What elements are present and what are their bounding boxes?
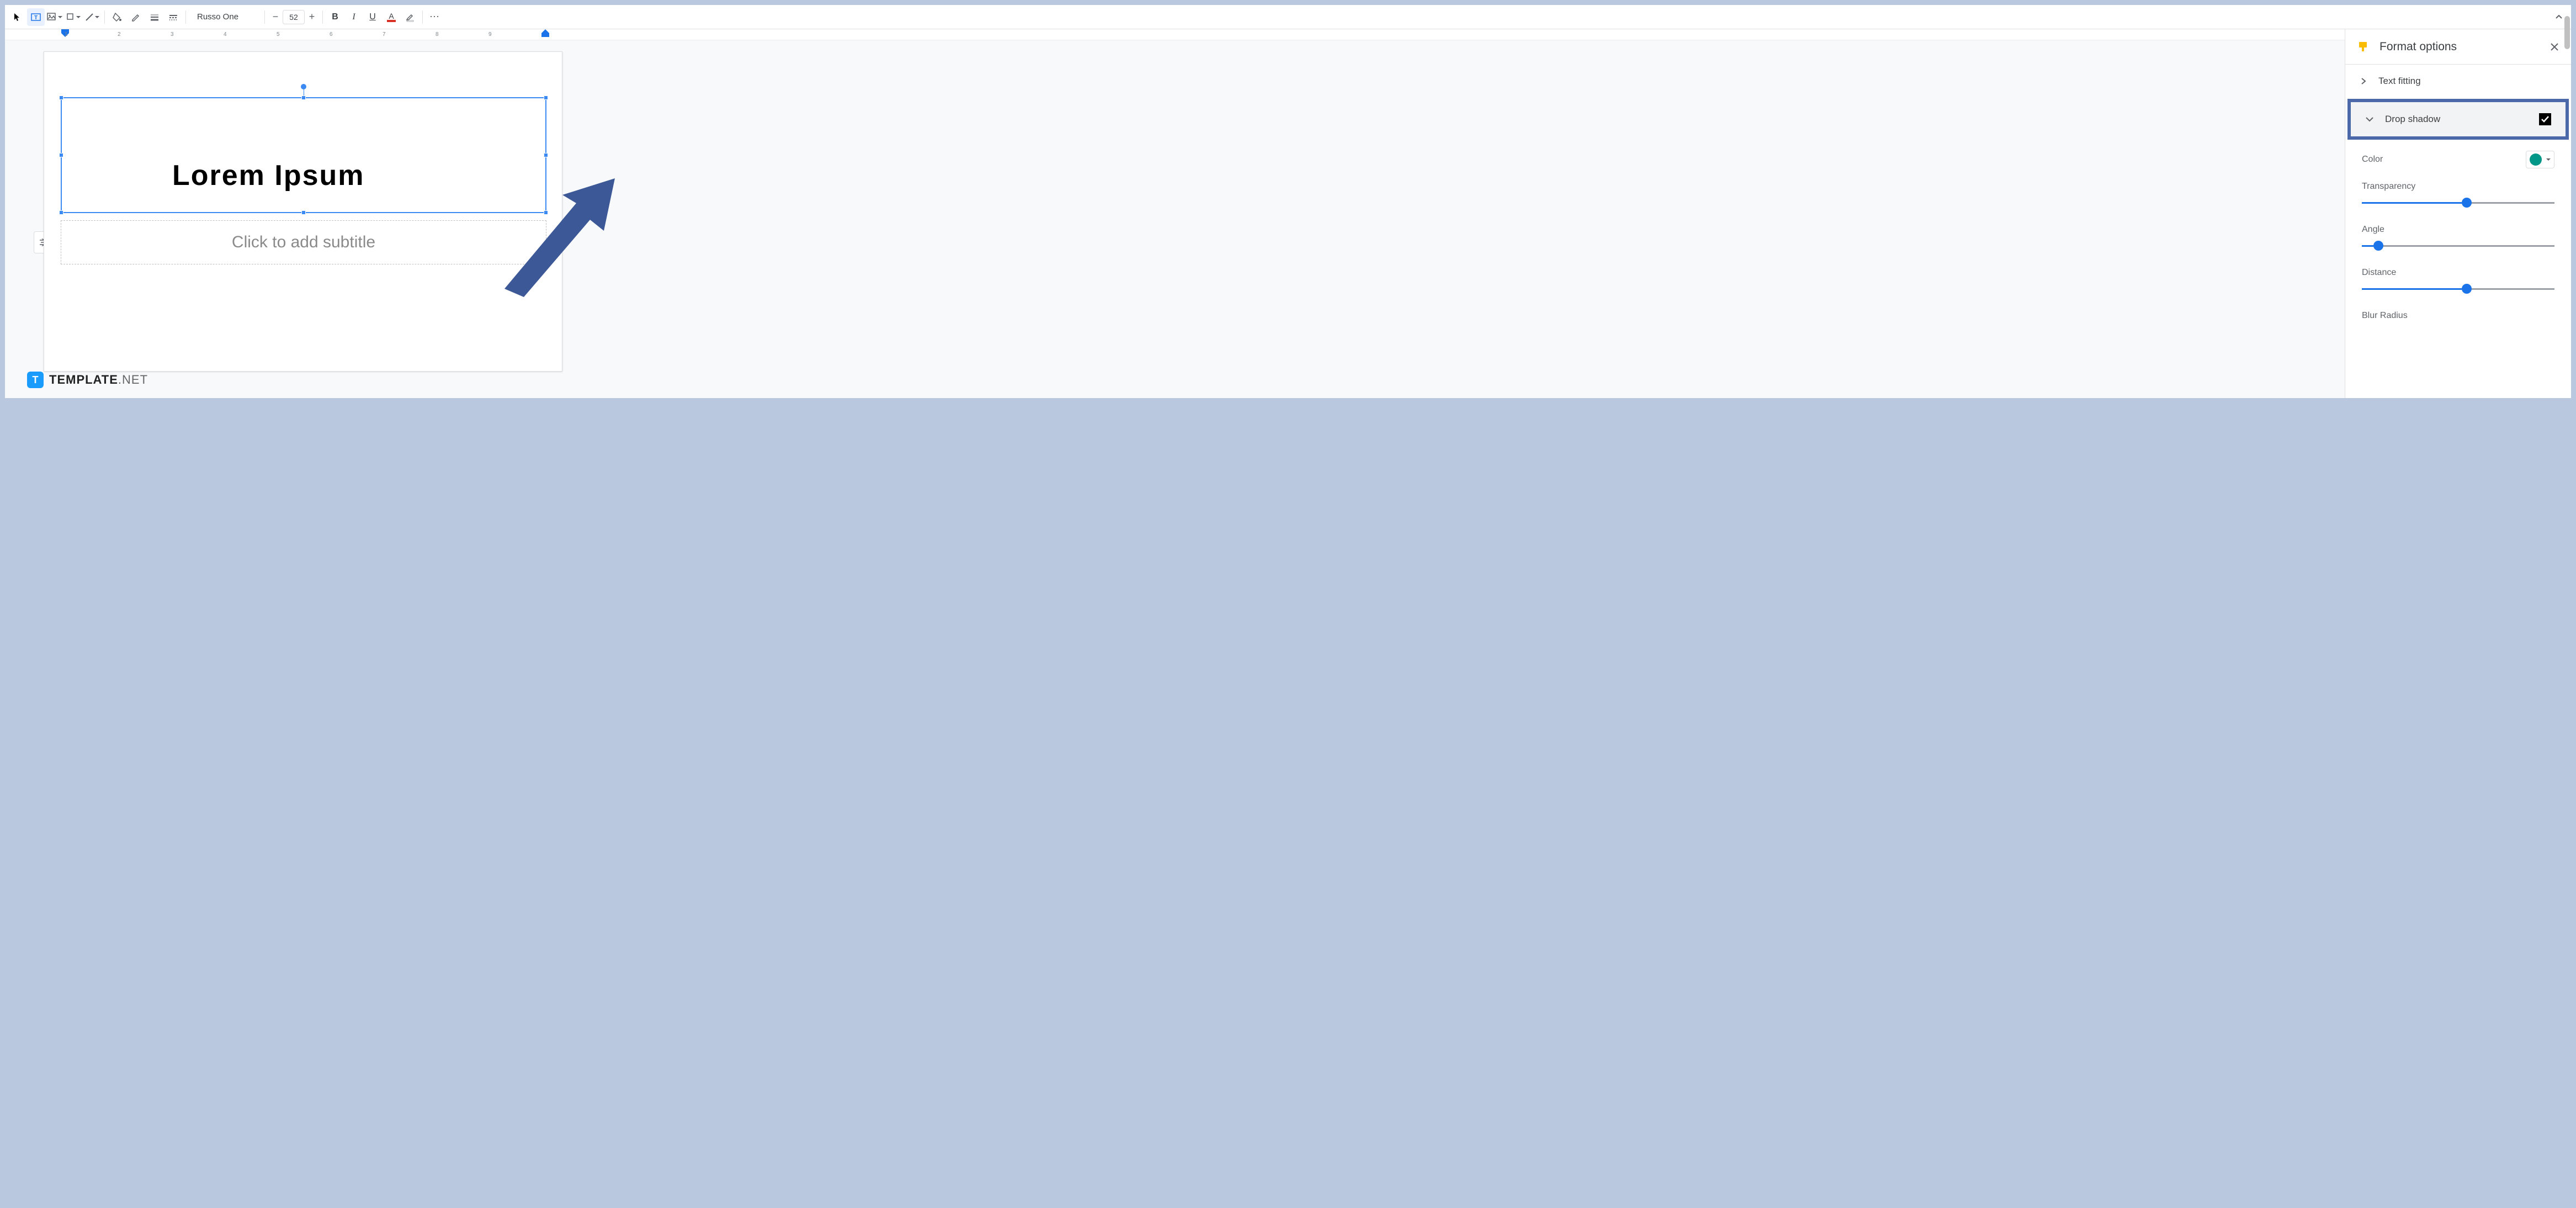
separator <box>322 10 323 24</box>
indent-marker-right[interactable] <box>541 29 549 37</box>
close-panel-button[interactable] <box>2550 43 2559 51</box>
resize-handle-tm[interactable] <box>301 96 306 100</box>
canvas-area[interactable]: 123456789 Lorem Ipsum Lorem Ips <box>5 29 2345 398</box>
text-fitting-header[interactable]: Text fitting <box>2345 65 2571 98</box>
main-area: 123456789 Lorem Ipsum Lorem Ips <box>5 29 2571 398</box>
drop-shadow-highlight: Drop shadow <box>2347 99 2569 140</box>
watermark-icon: T <box>27 372 44 388</box>
ruler-mark: 4 <box>224 31 227 38</box>
section-label: Text fitting <box>2378 76 2557 87</box>
select-tool[interactable] <box>8 8 26 26</box>
blur-radius-control: Blur Radius <box>2345 296 2571 329</box>
ruler-mark: 8 <box>435 31 439 38</box>
separator <box>104 10 105 24</box>
horizontal-ruler[interactable]: 1 2 3 4 5 6 7 8 9 <box>5 29 2345 40</box>
app-window: T Russo One − <box>4 4 2572 399</box>
title-text[interactable]: Lorem Ipsum <box>172 159 365 192</box>
panel-title: Format options <box>2380 40 2540 54</box>
distance-slider[interactable] <box>2362 283 2554 294</box>
increase-font-button[interactable]: + <box>305 10 319 24</box>
underline-button[interactable]: U <box>364 8 381 26</box>
font-size-input[interactable] <box>283 10 305 24</box>
resize-handle-tr[interactable] <box>544 96 548 100</box>
decrease-font-button[interactable]: − <box>268 10 283 24</box>
resize-handle-ml[interactable] <box>59 153 63 157</box>
shadow-color-picker[interactable] <box>2526 151 2554 168</box>
watermark-text: TEMPLATE.NET <box>49 373 148 387</box>
drop-shadow-header[interactable]: Drop shadow <box>2351 102 2566 136</box>
slider-thumb[interactable] <box>2462 284 2472 294</box>
angle-slider[interactable] <box>2362 240 2554 251</box>
border-dash-tool[interactable] <box>164 8 182 26</box>
panel-header: Format options <box>2345 29 2571 65</box>
toolbar: T Russo One − <box>5 5 2571 29</box>
transparency-control: Transparency <box>2345 174 2571 210</box>
highlight-color-button[interactable] <box>401 8 419 26</box>
blur-radius-label: Blur Radius <box>2362 311 2554 321</box>
bold-button[interactable]: B <box>326 8 344 26</box>
textbox-tool[interactable]: T <box>27 8 45 26</box>
color-swatch-icon <box>2530 153 2542 166</box>
font-size-group: − + <box>268 10 319 24</box>
ruler-mark: 1 <box>65 31 68 38</box>
shape-tool[interactable] <box>65 8 82 26</box>
format-options-panel: Format options Text fitting Drop shadow <box>2345 29 2571 398</box>
rotate-handle[interactable] <box>301 84 306 89</box>
color-label: Color <box>2362 155 2383 165</box>
dropdown-caret-icon <box>76 16 81 18</box>
ruler-mark: 2 <box>118 31 121 38</box>
fill-color-tool[interactable] <box>108 8 126 26</box>
format-options-icon <box>2357 41 2370 53</box>
title-textbox[interactable]: Lorem Ipsum <box>61 97 546 213</box>
transparency-label: Transparency <box>2362 182 2554 192</box>
ruler-mark: 6 <box>330 31 333 38</box>
separator <box>264 10 265 24</box>
resize-handle-mr[interactable] <box>544 153 548 157</box>
slider-thumb[interactable] <box>2373 241 2383 251</box>
slider-thumb[interactable] <box>2462 198 2472 208</box>
ruler-mark: 3 <box>171 31 174 38</box>
resize-handle-bl[interactable] <box>59 210 63 215</box>
color-underline <box>387 20 396 22</box>
resize-handle-bm[interactable] <box>301 210 306 215</box>
more-tools-button[interactable]: ⋯ <box>426 8 444 26</box>
font-name: Russo One <box>197 12 238 22</box>
angle-control: Angle <box>2345 210 2571 253</box>
check-icon <box>2541 115 2550 123</box>
font-family-select[interactable]: Russo One <box>189 8 261 26</box>
italic-button[interactable]: I <box>345 8 363 26</box>
border-weight-tool[interactable] <box>146 8 163 26</box>
dropdown-caret-icon <box>58 16 62 18</box>
line-tool[interactable] <box>83 8 101 26</box>
distance-control: Distance <box>2345 253 2571 296</box>
slide-canvas[interactable]: Lorem Ipsum Lorem Ipsum Click to add sub… <box>44 51 562 372</box>
section-label: Drop shadow <box>2385 114 2528 125</box>
resize-handle-tl[interactable] <box>59 96 63 100</box>
text-fitting-section: Text fitting <box>2345 65 2571 98</box>
chevron-right-icon <box>2360 77 2367 85</box>
scrollbar-thumb[interactable] <box>2564 29 2570 49</box>
svg-text:T: T <box>34 15 38 21</box>
ruler-mark: 9 <box>488 31 492 38</box>
drop-shadow-checkbox[interactable] <box>2539 113 2551 125</box>
ruler-mark: 7 <box>383 31 386 38</box>
annotation-arrow <box>491 178 623 300</box>
text-color-button[interactable]: A <box>383 8 400 26</box>
subtitle-textbox[interactable]: Click to add subtitle <box>61 220 546 264</box>
chevron-down-icon <box>2365 116 2374 123</box>
separator <box>185 10 186 24</box>
distance-label: Distance <box>2362 268 2554 278</box>
angle-label: Angle <box>2362 225 2554 235</box>
shadow-color-row: Color <box>2345 141 2571 174</box>
dropdown-caret-icon <box>95 16 99 18</box>
transparency-slider[interactable] <box>2362 197 2554 208</box>
border-color-tool[interactable] <box>127 8 145 26</box>
separator <box>422 10 423 24</box>
image-tool[interactable] <box>46 8 63 26</box>
subtitle-placeholder: Click to add subtitle <box>232 233 375 252</box>
watermark: T TEMPLATE.NET <box>27 372 148 388</box>
ruler-mark: 5 <box>277 31 280 38</box>
dropdown-caret-icon <box>2546 158 2551 161</box>
